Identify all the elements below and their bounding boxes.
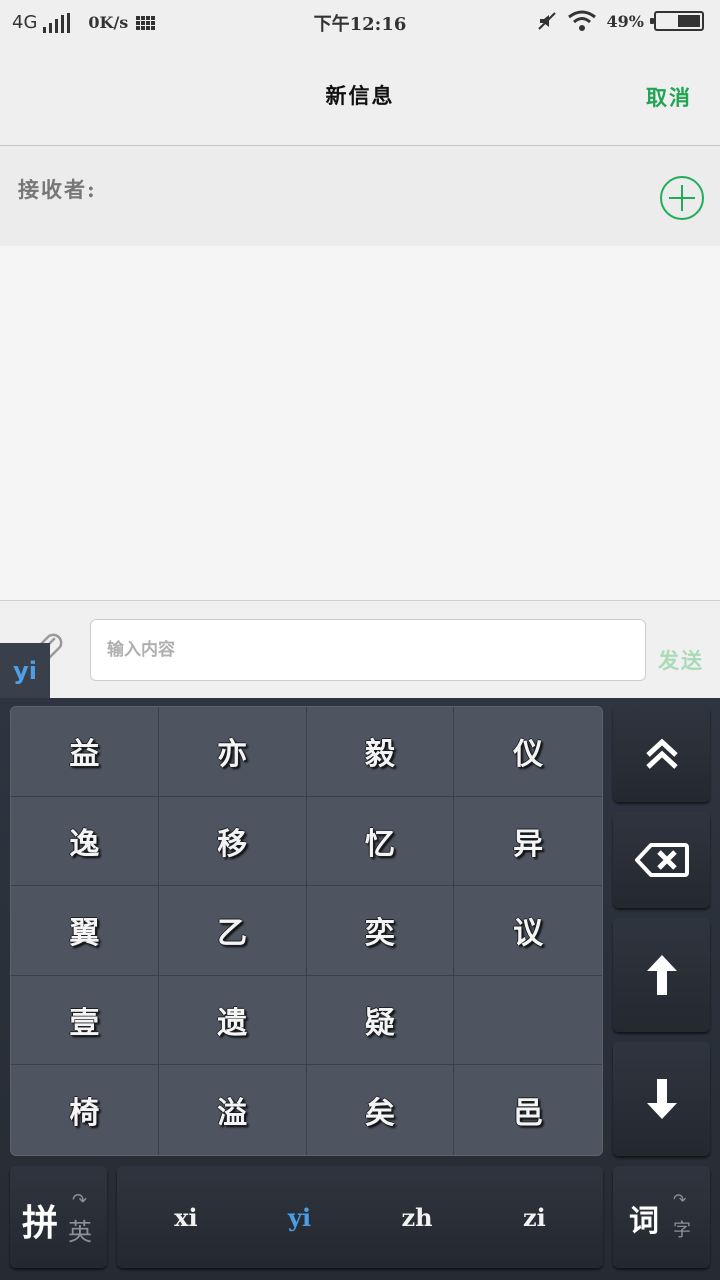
candidate-key[interactable]: 乙 [158,886,307,976]
wifi-icon [567,10,596,31]
candidate-key[interactable]: 异 [454,796,602,887]
backspace-key[interactable] [613,812,710,908]
candidate-key[interactable]: 移 [158,796,307,887]
candidate-key[interactable]: 邑 [454,1065,602,1155]
switch-arrow-icon: ↷ [673,1190,687,1209]
pinyin-option[interactable]: zi [505,1195,564,1240]
page-title: 新信息 [325,83,395,108]
lang-key-sub: 英 [68,1218,92,1246]
recipient-label: 接收者: [18,177,97,202]
candidate-key[interactable]: 翼 [11,886,159,976]
pinyin-option-active[interactable]: yi [270,1195,329,1240]
double-chevron-up-icon [645,738,678,769]
status-right: 49% [537,10,704,32]
lang-key-main: 拼 [22,1202,59,1244]
candidate-key[interactable]: 遗 [158,975,307,1066]
backspace-icon [634,843,689,877]
message-area [0,246,720,600]
candidate-key[interactable]: 疑 [306,975,455,1066]
candidate-key[interactable]: 壹 [11,975,159,1066]
recipient-row[interactable]: 接收者: [0,146,720,246]
arrow-down-icon [646,1079,677,1119]
compose-bar: 发送 [0,600,720,698]
collapse-candidates-key[interactable] [613,706,710,802]
message-input[interactable] [90,619,646,681]
battery-percent: 49% [606,11,644,31]
candidate-grid: 益 亦 毅 仪 逸 移 忆 异 翼 乙 奕 议 壹 遗 疑 椅 溢 矣 邑 [10,706,603,1156]
composing-text: yi [0,643,50,698]
pinyin-option[interactable]: zh [384,1195,451,1240]
header: 新信息 取消 [0,46,720,146]
candidate-key[interactable]: 亦 [158,707,307,797]
candidate-key[interactable]: 矣 [306,1065,455,1155]
candidate-key[interactable]: 仪 [454,707,602,797]
word-key-main: 词 [629,1204,659,1239]
pinyin-option[interactable]: xi [156,1195,215,1240]
send-button[interactable]: 发送 [658,645,704,675]
switch-arrow-icon: ↷ [72,1190,88,1211]
candidate-key[interactable]: 椅 [11,1065,159,1155]
candidate-key[interactable]: 毅 [306,707,455,797]
status-bar: 4G 0K/s 下午12:16 49% [0,0,720,46]
cancel-button[interactable]: 取消 [646,82,692,112]
page-up-key[interactable] [613,918,710,1032]
mute-icon [537,12,556,30]
candidate-key[interactable]: 奕 [306,886,455,976]
page-down-key[interactable] [613,1042,710,1156]
battery-icon [650,11,704,31]
keyboard-bottom-row: 拼 ↷ 英 xi yi zh zi 词 ↷ 字 [0,1166,720,1268]
candidate-key[interactable]: 议 [454,886,602,976]
add-recipient-button[interactable] [660,176,704,220]
ime-keyboard: 益 亦 毅 仪 逸 移 忆 异 翼 乙 奕 议 壹 遗 疑 椅 溢 矣 邑 拼 … [0,698,720,1280]
candidate-key[interactable]: 益 [11,707,159,797]
language-switch-key[interactable]: 拼 ↷ 英 [10,1166,107,1268]
candidate-key[interactable]: 忆 [306,796,455,887]
candidate-key[interactable]: 逸 [11,796,159,887]
candidate-key[interactable]: 溢 [158,1065,307,1155]
pinyin-options-bar: xi yi zh zi [117,1166,603,1268]
candidate-key-empty [454,975,602,1066]
word-mode-key[interactable]: 词 ↷ 字 [613,1166,710,1268]
arrow-up-icon [646,955,677,995]
word-key-sub: 字 [673,1220,691,1241]
